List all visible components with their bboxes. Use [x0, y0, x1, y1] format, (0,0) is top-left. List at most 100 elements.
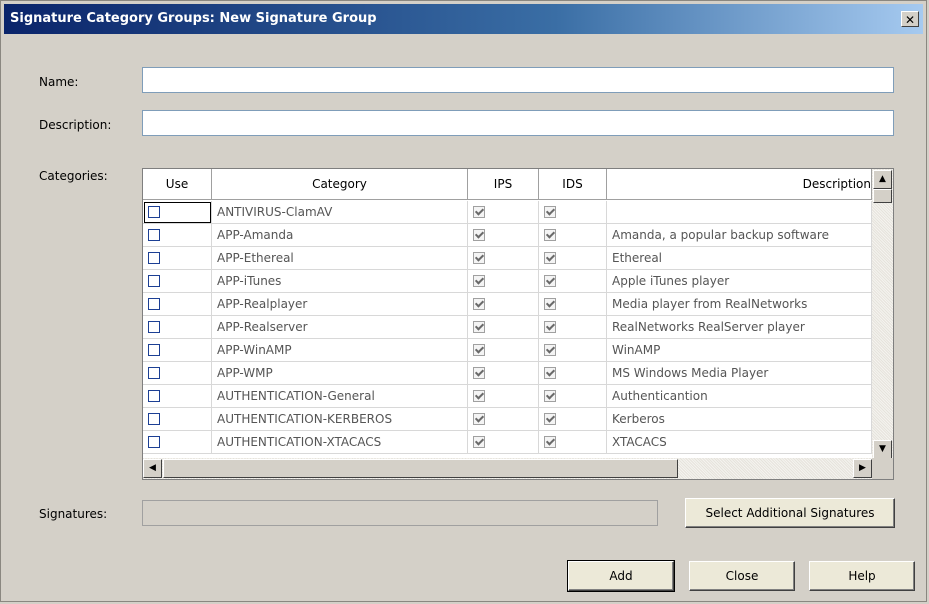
ids-checkbox — [544, 251, 556, 264]
ips-checkbox — [473, 366, 485, 379]
scroll-left-icon[interactable]: ◀ — [143, 459, 162, 478]
category-cell: APP-WMP — [212, 362, 468, 385]
window-title: Signature Category Groups: New Signature… — [10, 11, 377, 26]
category-cell: APP-iTunes — [212, 270, 468, 293]
ips-checkbox — [473, 228, 485, 241]
category-cell: APP-WinAMP — [212, 339, 468, 362]
ids-checkbox — [544, 297, 556, 310]
use-checkbox[interactable] — [148, 366, 160, 379]
category-cell: APP-Amanda — [212, 224, 468, 247]
select-additional-signatures-button[interactable]: Select Additional Signatures — [685, 498, 895, 528]
ips-cell — [468, 201, 539, 224]
horizontal-scroll-thumb[interactable] — [163, 459, 678, 478]
ips-cell — [468, 316, 539, 339]
vertical-scrollbar[interactable]: ▲ ▼ — [872, 169, 893, 459]
use-cell[interactable] — [143, 270, 212, 293]
description-label: Description: — [39, 118, 112, 132]
use-cell[interactable] — [143, 408, 212, 431]
use-cell[interactable] — [143, 431, 212, 454]
column-header-description[interactable]: Description — [607, 169, 872, 200]
ids-checkbox — [544, 366, 556, 379]
table-row[interactable]: APP-Ethereal Ethereal — [143, 247, 872, 270]
use-cell[interactable] — [143, 247, 212, 270]
use-checkbox[interactable] — [148, 435, 160, 448]
ids-cell — [539, 293, 607, 316]
use-checkbox[interactable] — [148, 343, 160, 356]
table-row[interactable]: APP-Realserver RealNetworks RealServer pl… — [143, 316, 872, 339]
table-row[interactable]: APP-WinAMP WinAMP — [143, 339, 872, 362]
signatures-label: Signatures: — [39, 507, 108, 521]
close-window-icon[interactable]: ✕ — [901, 11, 919, 27]
signatures-field — [142, 500, 658, 526]
use-cell[interactable] — [143, 339, 212, 362]
use-checkbox[interactable] — [148, 274, 160, 287]
column-header-ids[interactable]: IDS — [539, 169, 607, 200]
ids-checkbox — [544, 274, 556, 287]
title-bar[interactable]: Signature Category Groups: New Signature… — [4, 4, 923, 34]
table-row[interactable]: AUTHENTICATION-KERBEROS Kerberos — [143, 408, 872, 431]
use-checkbox[interactable] — [148, 389, 160, 402]
signature-group-dialog: Signature Category Groups: New Signature… — [0, 0, 927, 602]
ids-cell — [539, 224, 607, 247]
horizontal-scrollbar[interactable]: ◀ ▶ — [143, 458, 872, 479]
use-checkbox[interactable] — [148, 297, 160, 310]
ips-cell — [468, 385, 539, 408]
ids-checkbox — [544, 389, 556, 402]
ips-checkbox — [473, 274, 485, 287]
table-row[interactable]: AUTHENTICATION-General Authenticantion — [143, 385, 872, 408]
description-cell: Ethereal — [607, 247, 872, 270]
use-cell[interactable] — [143, 385, 212, 408]
use-checkbox[interactable] — [148, 205, 160, 218]
ips-checkbox — [473, 320, 485, 333]
description-input[interactable] — [142, 110, 894, 136]
use-cell[interactable] — [143, 316, 212, 339]
scroll-down-icon[interactable]: ▼ — [873, 440, 892, 459]
description-cell — [607, 201, 872, 224]
table-row[interactable]: APP-Realplayer Media player from RealNetw… — [143, 293, 872, 316]
add-button[interactable]: Add — [567, 560, 675, 592]
categories-label: Categories: — [39, 169, 108, 183]
ips-checkbox — [473, 297, 485, 310]
ids-cell — [539, 201, 607, 224]
use-checkbox[interactable] — [148, 251, 160, 264]
table-row[interactable]: AUTHENTICATION-XTACACS XTACACS — [143, 431, 872, 454]
use-cell[interactable] — [143, 293, 212, 316]
ids-checkbox — [544, 228, 556, 241]
description-cell: MS Windows Media Player — [607, 362, 872, 385]
category-cell: AUTHENTICATION-KERBEROS — [212, 408, 468, 431]
ids-checkbox — [544, 412, 556, 425]
ids-cell — [539, 385, 607, 408]
use-cell[interactable] — [143, 362, 212, 385]
table-row[interactable]: APP-WMP MS Windows Media Player — [143, 362, 872, 385]
use-cell[interactable] — [143, 201, 212, 224]
ids-checkbox — [544, 343, 556, 356]
use-cell[interactable] — [143, 224, 212, 247]
help-button[interactable]: Help — [809, 561, 915, 591]
ids-cell — [539, 316, 607, 339]
table-row[interactable]: APP-Amanda Amanda, a popular backup softw… — [143, 224, 872, 247]
description-cell: Apple iTunes player — [607, 270, 872, 293]
name-input[interactable] — [142, 67, 894, 93]
category-cell: AUTHENTICATION-XTACACS — [212, 431, 468, 454]
description-cell: WinAMP — [607, 339, 872, 362]
ips-checkbox — [473, 389, 485, 402]
column-header-ips[interactable]: IPS — [468, 169, 539, 200]
description-cell: Media player from RealNetworks — [607, 293, 872, 316]
vertical-scroll-thumb[interactable] — [873, 189, 892, 203]
ips-checkbox — [473, 205, 485, 218]
scroll-up-icon[interactable]: ▲ — [873, 170, 892, 189]
close-button[interactable]: Close — [689, 561, 795, 591]
table-row[interactable]: APP-iTunes Apple iTunes player — [143, 270, 872, 293]
ids-cell — [539, 247, 607, 270]
category-cell: APP-Realplayer — [212, 293, 468, 316]
description-cell: Kerberos — [607, 408, 872, 431]
categories-grid[interactable]: Use Category IPS IDS Description ANTIVIR… — [142, 168, 894, 480]
column-header-category[interactable]: Category — [212, 169, 468, 200]
use-checkbox[interactable] — [148, 228, 160, 241]
use-checkbox[interactable] — [148, 412, 160, 425]
column-header-use[interactable]: Use — [143, 169, 212, 200]
scroll-right-icon[interactable]: ▶ — [853, 459, 872, 478]
table-row[interactable]: ANTIVIRUS-ClamAV — [143, 201, 872, 224]
use-checkbox[interactable] — [148, 320, 160, 333]
ips-cell — [468, 431, 539, 454]
